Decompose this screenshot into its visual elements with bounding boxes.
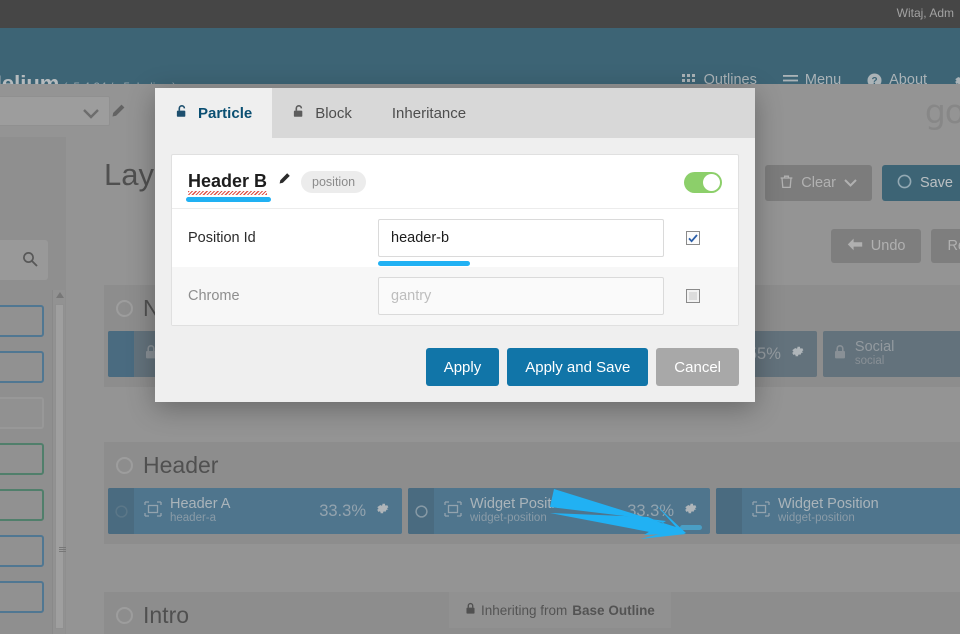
title-highlight-bar [186, 197, 272, 202]
input-highlight-bar [378, 261, 470, 266]
field-input-wrap [378, 219, 664, 266]
modal-tablist: Particle Block Inheritance [155, 88, 755, 138]
tab-block[interactable]: Block [272, 88, 372, 138]
tab-inheritance-label: Inheritance [391, 104, 467, 122]
spellcheck-squiggle [188, 191, 268, 195]
modal-body: Header B position Position Id header-b C… [155, 138, 755, 326]
unlock-icon [175, 104, 190, 123]
position-id-checkbox[interactable] [686, 231, 700, 245]
chrome-checkbox[interactable] [686, 289, 700, 303]
tab-block-label: Block [315, 104, 352, 122]
field-label: Chrome [188, 288, 240, 304]
particle-type-badge: position [301, 170, 367, 193]
particle-enabled-toggle[interactable] [684, 172, 722, 193]
toggle-knob [703, 174, 720, 191]
field-input-wrap [378, 277, 664, 315]
cancel-button[interactable]: Cancel [656, 348, 739, 386]
field-row-chrome: Chrome [172, 267, 738, 325]
apply-button[interactable]: Apply [425, 348, 500, 386]
particle-card-header: Header B position [172, 155, 738, 209]
apply-and-save-button[interactable]: Apply and Save [507, 348, 649, 386]
modal-footer: Apply Apply and Save Cancel [155, 326, 755, 402]
field-checkbox-wrap [664, 231, 722, 245]
field-checkbox-wrap [664, 289, 722, 303]
field-row-position-id: Position Id [172, 209, 738, 267]
edit-pencil-icon[interactable] [277, 172, 291, 191]
tablist-filler [486, 88, 755, 138]
particle-title[interactable]: Header B [186, 171, 272, 202]
particle-title-text: Header B [188, 171, 268, 191]
field-label: Position Id [188, 230, 256, 246]
particle-card: Header B position Position Id header-b C… [171, 154, 739, 326]
unlock-icon [292, 104, 307, 123]
tab-particle-label: Particle [198, 104, 253, 122]
chrome-input[interactable] [378, 277, 664, 315]
tab-particle[interactable]: Particle [155, 88, 273, 138]
checkbox-inner [689, 292, 697, 300]
particle-settings-modal: Particle Block Inheritance Header B posi… [155, 88, 755, 402]
position-id-input[interactable] [378, 219, 664, 257]
tab-inheritance[interactable]: Inheritance [371, 88, 487, 138]
